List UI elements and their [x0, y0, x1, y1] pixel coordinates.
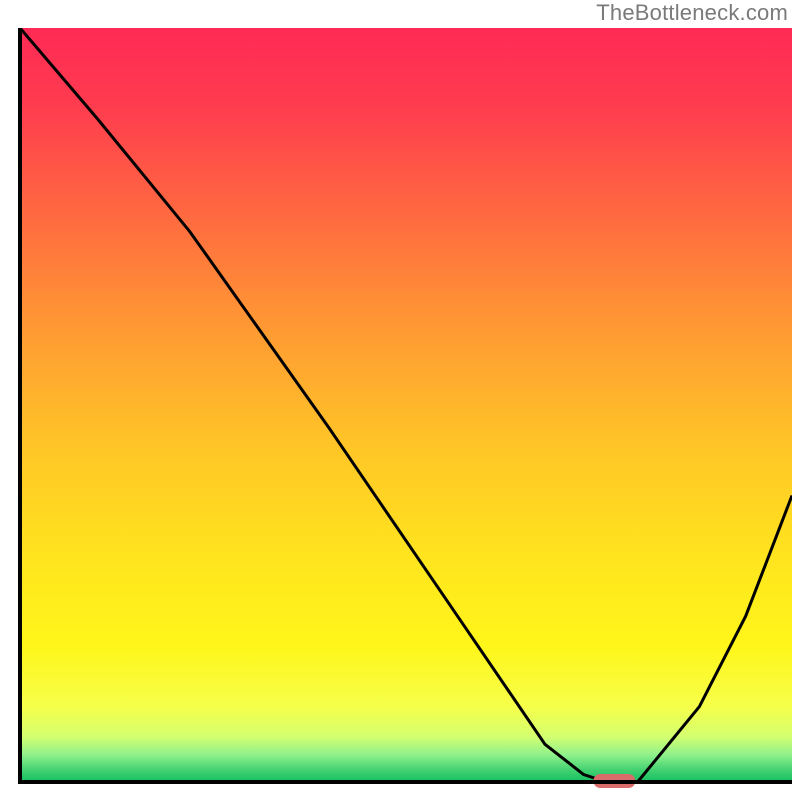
plot-background [20, 28, 792, 782]
chart-container: TheBottleneck.com [0, 0, 800, 800]
bottleneck-chart [0, 0, 800, 800]
watermark-text: TheBottleneck.com [596, 0, 788, 26]
